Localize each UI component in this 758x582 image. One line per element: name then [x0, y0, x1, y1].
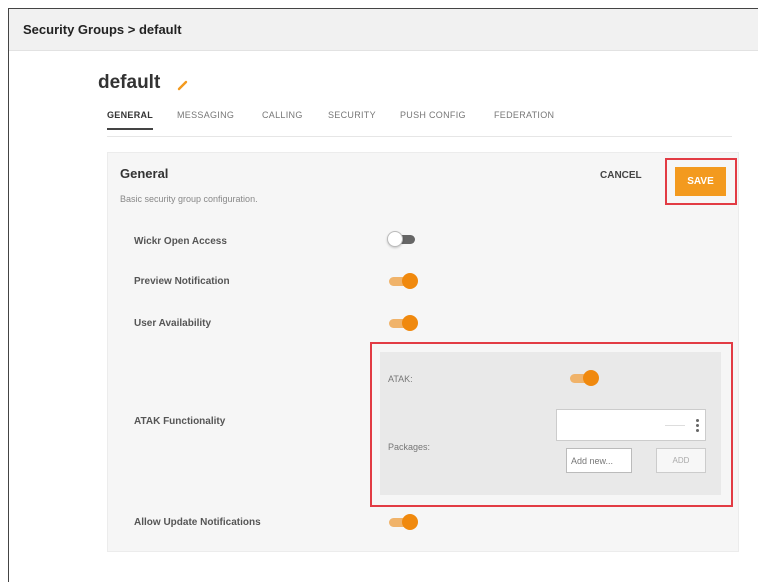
tab-security[interactable]: SECURITY [328, 110, 376, 128]
atak-settings-panel: ATAK: Packages: ADD [380, 352, 721, 495]
atak-toggle[interactable] [568, 370, 600, 386]
pencil-icon[interactable] [176, 78, 190, 92]
cancel-button[interactable]: CANCEL [600, 170, 642, 181]
add-package-button[interactable]: ADD [656, 448, 706, 473]
packages-label: Packages: [388, 442, 431, 452]
toggle-knob [402, 315, 418, 331]
tab-federation[interactable]: FEDERATION [494, 110, 554, 128]
toggle-knob [583, 370, 599, 386]
breadcrumb-bar: Security Groups > default [9, 9, 758, 51]
card-title: General [120, 166, 169, 181]
wickr-open-access-label: Wickr Open Access [134, 236, 227, 247]
tab-general[interactable]: GENERAL [107, 110, 154, 130]
tab-calling[interactable]: CALLING [262, 110, 303, 128]
preview-notification-toggle[interactable] [387, 273, 419, 289]
allow-update-notifications-toggle[interactable] [387, 514, 419, 530]
page-title: default [98, 72, 161, 93]
atak-functionality-label: ATAK Functionality [134, 416, 226, 427]
preview-notification-label: Preview Notification [134, 276, 230, 287]
toggle-knob [402, 273, 418, 289]
kebab-menu-icon[interactable] [696, 419, 699, 433]
save-button[interactable]: SAVE [675, 167, 726, 196]
user-availability-toggle[interactable] [387, 315, 419, 331]
packages-list-divider [665, 425, 685, 426]
wickr-open-access-toggle[interactable] [387, 231, 419, 247]
allow-update-notifications-label: Allow Update Notifications [134, 517, 261, 528]
breadcrumb: Security Groups > default [23, 22, 182, 37]
toggle-knob [402, 514, 418, 530]
atak-label: ATAK: [388, 374, 413, 384]
tab-push-config[interactable]: PUSH CONFIG [400, 110, 466, 128]
user-availability-label: User Availability [134, 318, 212, 329]
tabs-divider [107, 136, 732, 137]
app-frame: Security Groups > default default GENERA… [8, 8, 758, 582]
packages-list[interactable] [556, 409, 706, 441]
add-package-input[interactable] [566, 448, 632, 473]
general-settings-card: General Basic security group configurati… [107, 152, 739, 552]
tab-messaging[interactable]: MESSAGING [177, 110, 234, 128]
toggle-knob [387, 231, 403, 247]
card-subtitle: Basic security group configuration. [120, 194, 258, 204]
